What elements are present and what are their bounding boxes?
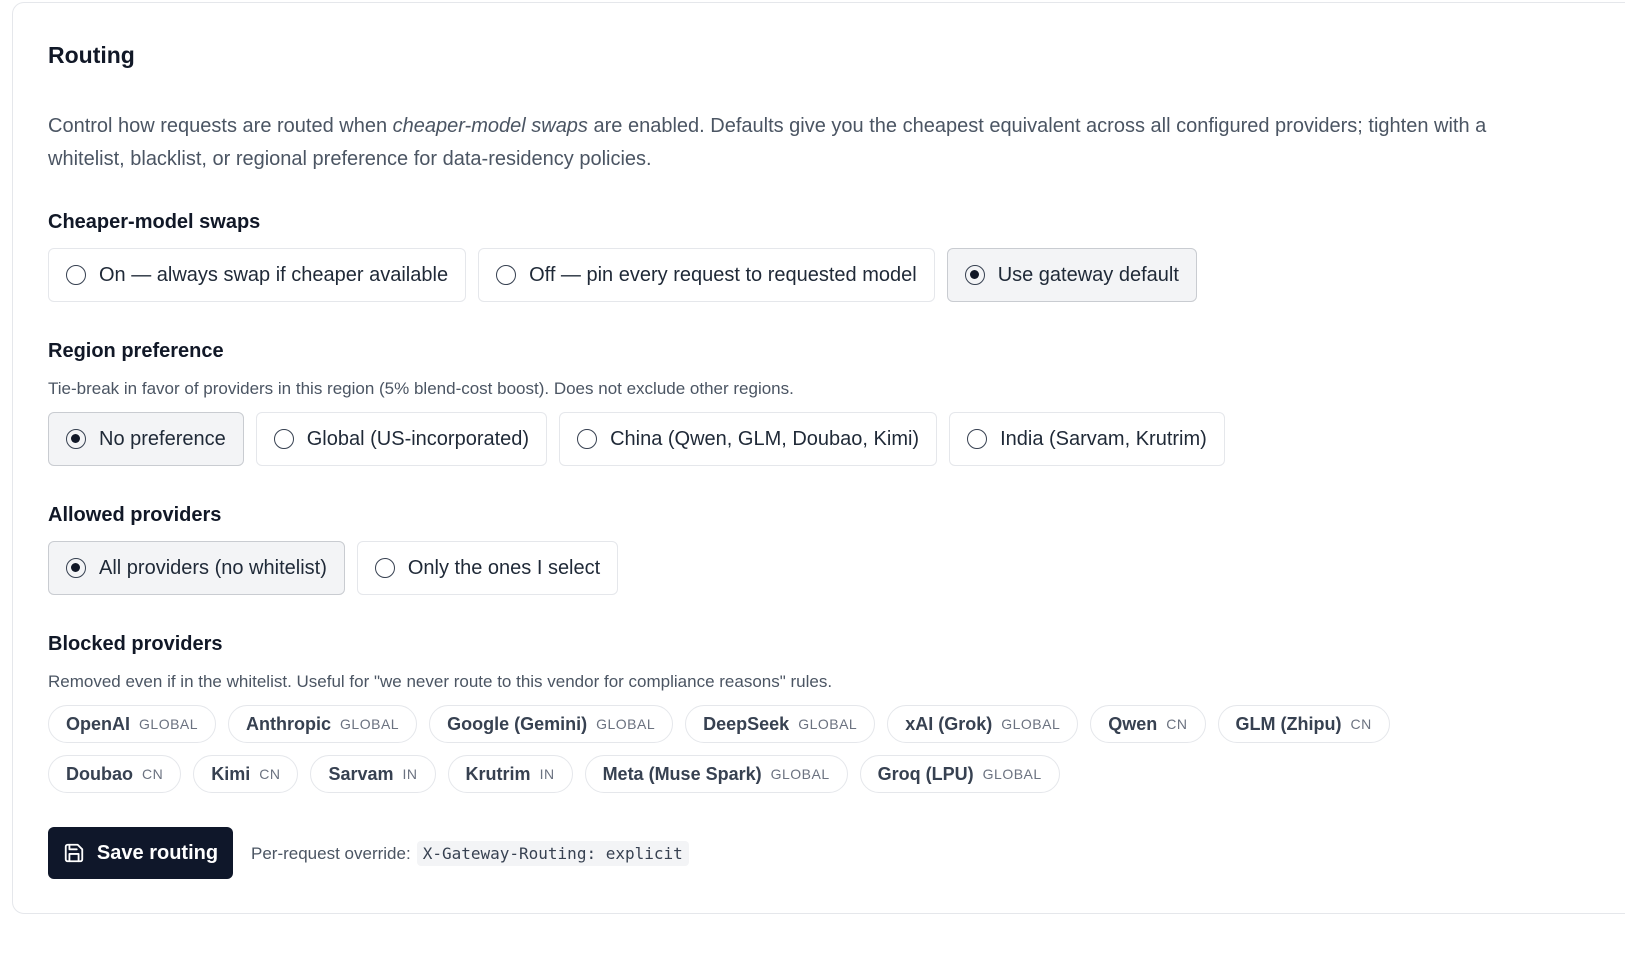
option-label: China (Qwen, GLM, Doubao, Kimi): [610, 427, 920, 450]
provider-name: OpenAI: [66, 713, 131, 734]
description-text: Control how requests are routed when: [48, 115, 393, 137]
cheaper-swaps-option-on-always-swap-if-cheaper-avai[interactable]: On — always swap if cheaper available: [48, 248, 467, 302]
save-routing-label: Save routing: [96, 841, 219, 864]
blocked-providers-label: Blocked providers: [48, 633, 223, 655]
radio-unchecked-icon[interactable]: [496, 265, 517, 285]
allowed-providers-label: Allowed providers: [48, 504, 222, 526]
provider-chip-kimi[interactable]: Kimi CN: [193, 755, 299, 793]
allowed-providers-options: All providers (no whitelist) Only the one…: [48, 541, 619, 595]
override-code: X-Gateway-Routing: explicit: [416, 841, 689, 866]
cheaper-swaps-label: Cheaper-model swaps: [48, 211, 261, 233]
provider-region-tag: GLOBAL: [770, 766, 830, 782]
provider-chip-anthropic[interactable]: Anthropic GLOBAL: [228, 705, 418, 743]
blocked-providers-hint: Removed even if in the whitelist. Useful…: [48, 672, 833, 691]
provider-chip-sarvam[interactable]: Sarvam IN: [310, 755, 436, 793]
provider-name: Meta (Muse Spark): [602, 763, 762, 784]
provider-name: GLM (Zhipu): [1235, 713, 1342, 734]
provider-chip-xai-grok[interactable]: xAI (Grok) GLOBAL: [887, 705, 1079, 743]
provider-chip-deepseek[interactable]: DeepSeek GLOBAL: [685, 705, 876, 743]
save-routing-button[interactable]: Save routing: [48, 827, 233, 879]
provider-name: Krutrim: [465, 763, 531, 784]
provider-region-tag: IN: [402, 766, 418, 782]
blocked-providers-chips: OpenAI GLOBAL Anthropic GLOBAL Google (Gemin…: [48, 705, 1498, 793]
override-label: Per-request override:: [251, 843, 411, 863]
per-request-override: Per-request override: X-Gateway-Routing:…: [251, 841, 689, 866]
cheaper-swaps-option-use-gateway-default[interactable]: Use gateway default: [946, 248, 1197, 302]
provider-region-tag: CN: [1166, 716, 1188, 732]
provider-name: DeepSeek: [703, 713, 790, 734]
provider-name: Anthropic: [246, 713, 332, 734]
radio-checked-icon[interactable]: [964, 265, 985, 285]
region-preference-hint: Tie-break in favor of providers in this …: [48, 379, 794, 398]
option-label: Only the ones I select: [407, 556, 601, 579]
section-title: Routing: [48, 42, 135, 68]
provider-region-tag: GLOBAL: [340, 716, 400, 732]
region-preference-label: Region preference: [48, 340, 224, 362]
region-option-global-us-incorporated[interactable]: Global (US-incorporated): [255, 412, 548, 466]
option-label: All providers (no whitelist): [99, 556, 327, 579]
allowed-option-only-the-ones-i-select[interactable]: Only the ones I select: [356, 541, 619, 595]
option-label: On — always swap if cheaper available: [99, 263, 449, 286]
provider-name: Groq (LPU): [877, 763, 974, 784]
option-label: No preference: [99, 427, 226, 450]
cheaper-swaps-options: On — always swap if cheaper available Off…: [48, 248, 1197, 302]
option-label: Off — pin every request to requested mod…: [529, 263, 917, 286]
section-description: Control how requests are routed when che…: [48, 110, 1528, 176]
provider-name: Doubao: [66, 763, 133, 784]
option-label: India (Sarvam, Krutrim): [1000, 427, 1207, 450]
region-option-india-sarvam-krutrim[interactable]: India (Sarvam, Krutrim): [949, 412, 1225, 466]
provider-name: Sarvam: [328, 763, 394, 784]
provider-name: xAI (Grok): [905, 713, 993, 734]
radio-unchecked-icon[interactable]: [967, 429, 988, 449]
radio-unchecked-icon[interactable]: [374, 558, 395, 578]
option-label: Global (US-incorporated): [306, 427, 530, 450]
allowed-option-all-providers-no-whitelist[interactable]: All providers (no whitelist): [48, 541, 345, 595]
provider-region-tag: CN: [259, 766, 281, 782]
description-emphasis: cheaper-model swaps: [392, 115, 588, 137]
provider-chip-openai[interactable]: OpenAI GLOBAL: [48, 705, 217, 743]
radio-unchecked-icon[interactable]: [577, 429, 598, 449]
option-label: Use gateway default: [997, 263, 1179, 286]
radio-checked-icon[interactable]: [66, 429, 86, 449]
provider-chip-krutrim[interactable]: Krutrim IN: [447, 755, 573, 793]
save-icon: [64, 843, 84, 863]
provider-chip-google-gemini[interactable]: Google (Gemini) GLOBAL: [429, 705, 674, 743]
provider-region-tag: CN: [142, 766, 164, 782]
provider-region-tag: IN: [539, 766, 555, 782]
provider-region-tag: GLOBAL: [982, 766, 1042, 782]
region-option-no-preference[interactable]: No preference: [48, 412, 244, 466]
provider-region-tag: GLOBAL: [139, 716, 199, 732]
region-preference-options: No preference Global (US-incorporated) Chi…: [48, 412, 1225, 466]
cheaper-swaps-option-off-pin-every-request-to-reque[interactable]: Off — pin every request to requested mod…: [478, 248, 935, 302]
provider-chip-doubao[interactable]: Doubao CN: [48, 755, 182, 793]
provider-name: Kimi: [211, 763, 251, 784]
provider-region-tag: GLOBAL: [596, 716, 656, 732]
radio-checked-icon[interactable]: [66, 558, 86, 578]
provider-region-tag: GLOBAL: [798, 716, 858, 732]
provider-name: Qwen: [1108, 713, 1158, 734]
region-option-china-qwen-glm-doubao-kimi[interactable]: China (Qwen, GLM, Doubao, Kimi): [559, 412, 938, 466]
radio-unchecked-icon[interactable]: [273, 429, 294, 449]
provider-name: Google (Gemini): [447, 713, 588, 734]
provider-chip-meta-muse-spark[interactable]: Meta (Muse Spark) GLOBAL: [584, 755, 848, 793]
provider-region-tag: CN: [1350, 716, 1372, 732]
provider-chip-groq-lpu[interactable]: Groq (LPU) GLOBAL: [859, 755, 1060, 793]
provider-chip-qwen[interactable]: Qwen CN: [1090, 705, 1206, 743]
provider-region-tag: GLOBAL: [1001, 716, 1061, 732]
provider-chip-glm-zhipu[interactable]: GLM (Zhipu) CN: [1217, 705, 1390, 743]
radio-unchecked-icon[interactable]: [66, 265, 86, 285]
